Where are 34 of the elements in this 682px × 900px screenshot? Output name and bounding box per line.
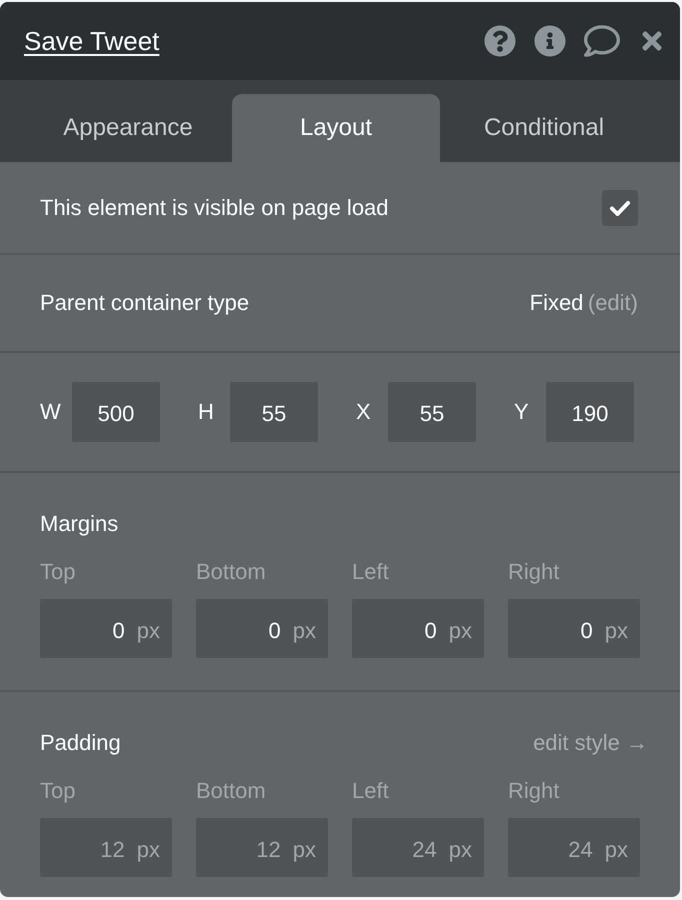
visibility-label: This element is visible on page load — [40, 194, 389, 220]
number-field[interactable]: 0 px — [352, 599, 484, 658]
number-field[interactable]: 0 px — [508, 599, 640, 658]
dimension-label: Y — [514, 399, 530, 425]
field-label: Right — [508, 559, 560, 585]
speech-bubble-icon[interactable] — [584, 23, 620, 59]
container-type-label: Parent container type — [40, 290, 250, 316]
tab[interactable]: Appearance — [24, 94, 232, 162]
info-icon[interactable] — [534, 25, 566, 57]
help-icon[interactable] — [484, 25, 516, 57]
tab[interactable]: Conditional — [440, 94, 648, 162]
tab[interactable]: Layout — [232, 94, 440, 162]
field-label: Left — [352, 778, 389, 804]
section-title: Margins — [40, 511, 118, 537]
field-label: Bottom — [196, 778, 266, 804]
section-title: Padding — [40, 730, 121, 756]
dimension-field[interactable]: 55 — [388, 382, 476, 442]
number-field[interactable]: 0 px — [196, 599, 328, 658]
number-field[interactable]: 0 px — [40, 599, 172, 658]
dimension-label: X — [356, 399, 372, 425]
dimension-label: H — [198, 399, 215, 425]
field-label: Top — [40, 559, 76, 585]
dimension-field[interactable]: 500 — [72, 382, 160, 442]
field-label: Right — [508, 778, 560, 804]
dimension-field[interactable]: 55 — [230, 382, 318, 442]
field-label: Top — [40, 778, 76, 804]
dimension-label: W — [40, 399, 62, 425]
field-label: Bottom — [196, 559, 266, 585]
field-label: Left — [352, 559, 389, 585]
container-type-value: Fixed — [530, 290, 584, 315]
visibility-checkbox[interactable] — [602, 190, 638, 226]
element-name-link[interactable]: Save Tweet — [24, 26, 160, 56]
checkmark-icon — [610, 200, 630, 216]
dimension-field[interactable]: 190 — [546, 382, 634, 442]
